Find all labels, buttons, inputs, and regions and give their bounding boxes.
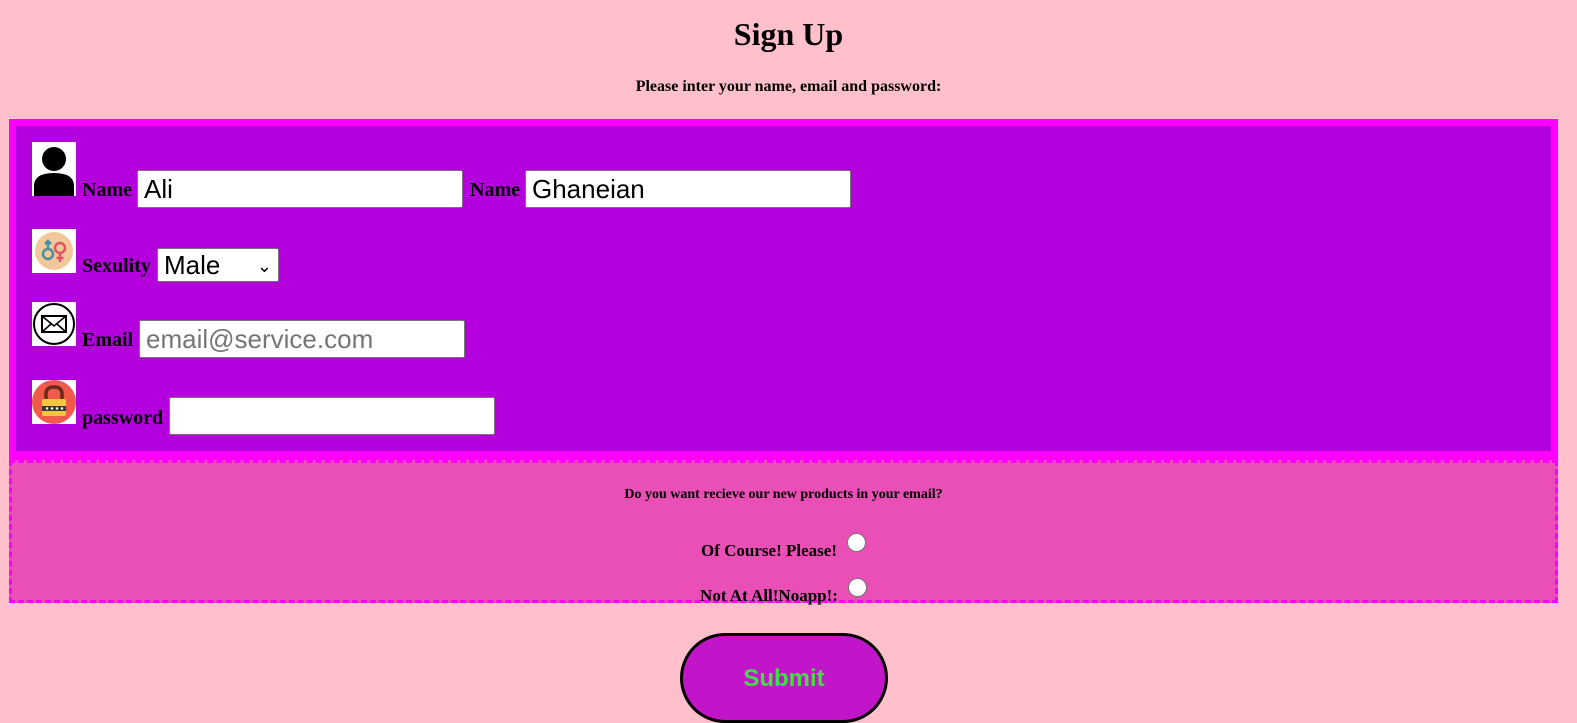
first-name-input[interactable] <box>137 170 463 208</box>
sexuality-select[interactable]: Male ⌄ <box>157 248 279 282</box>
newsletter-yes-radio[interactable] <box>846 533 866 552</box>
email-input[interactable] <box>139 320 465 358</box>
sexuality-label: Sexulity <box>82 255 151 277</box>
password-label: password <box>82 407 164 429</box>
chevron-down-icon: ⌄ <box>256 256 272 276</box>
envelope-icon <box>32 302 76 346</box>
password-input[interactable] <box>169 397 495 435</box>
newsletter-option-yes[interactable]: Of Course! Please! <box>12 533 1555 561</box>
page-subtitle: Please inter your name, email and passwo… <box>635 78 942 95</box>
submit-button[interactable]: Submit <box>680 633 888 723</box>
newsletter-box: Do you want recieve our new products in … <box>9 460 1558 606</box>
newsletter-option-yes-label: Of Course! Please! <box>701 541 837 560</box>
last-name-label: Name <box>470 179 520 201</box>
email-label: Email <box>82 329 134 351</box>
last-name-input[interactable] <box>525 170 851 208</box>
newsletter-option-no[interactable]: Not At All!Noapp!: <box>12 578 1555 606</box>
newsletter-no-radio[interactable] <box>847 578 867 597</box>
person-icon <box>32 142 76 196</box>
padlock-icon <box>32 380 76 424</box>
newsletter-option-no-label: Not At All!Noapp!: <box>700 586 838 605</box>
page-title: Sign Up <box>733 16 844 52</box>
newsletter-question: Do you want recieve our new products in … <box>624 487 943 502</box>
gender-icon <box>32 229 76 273</box>
sexuality-selected-value: Male <box>164 250 221 280</box>
first-name-label: Name <box>82 179 132 201</box>
